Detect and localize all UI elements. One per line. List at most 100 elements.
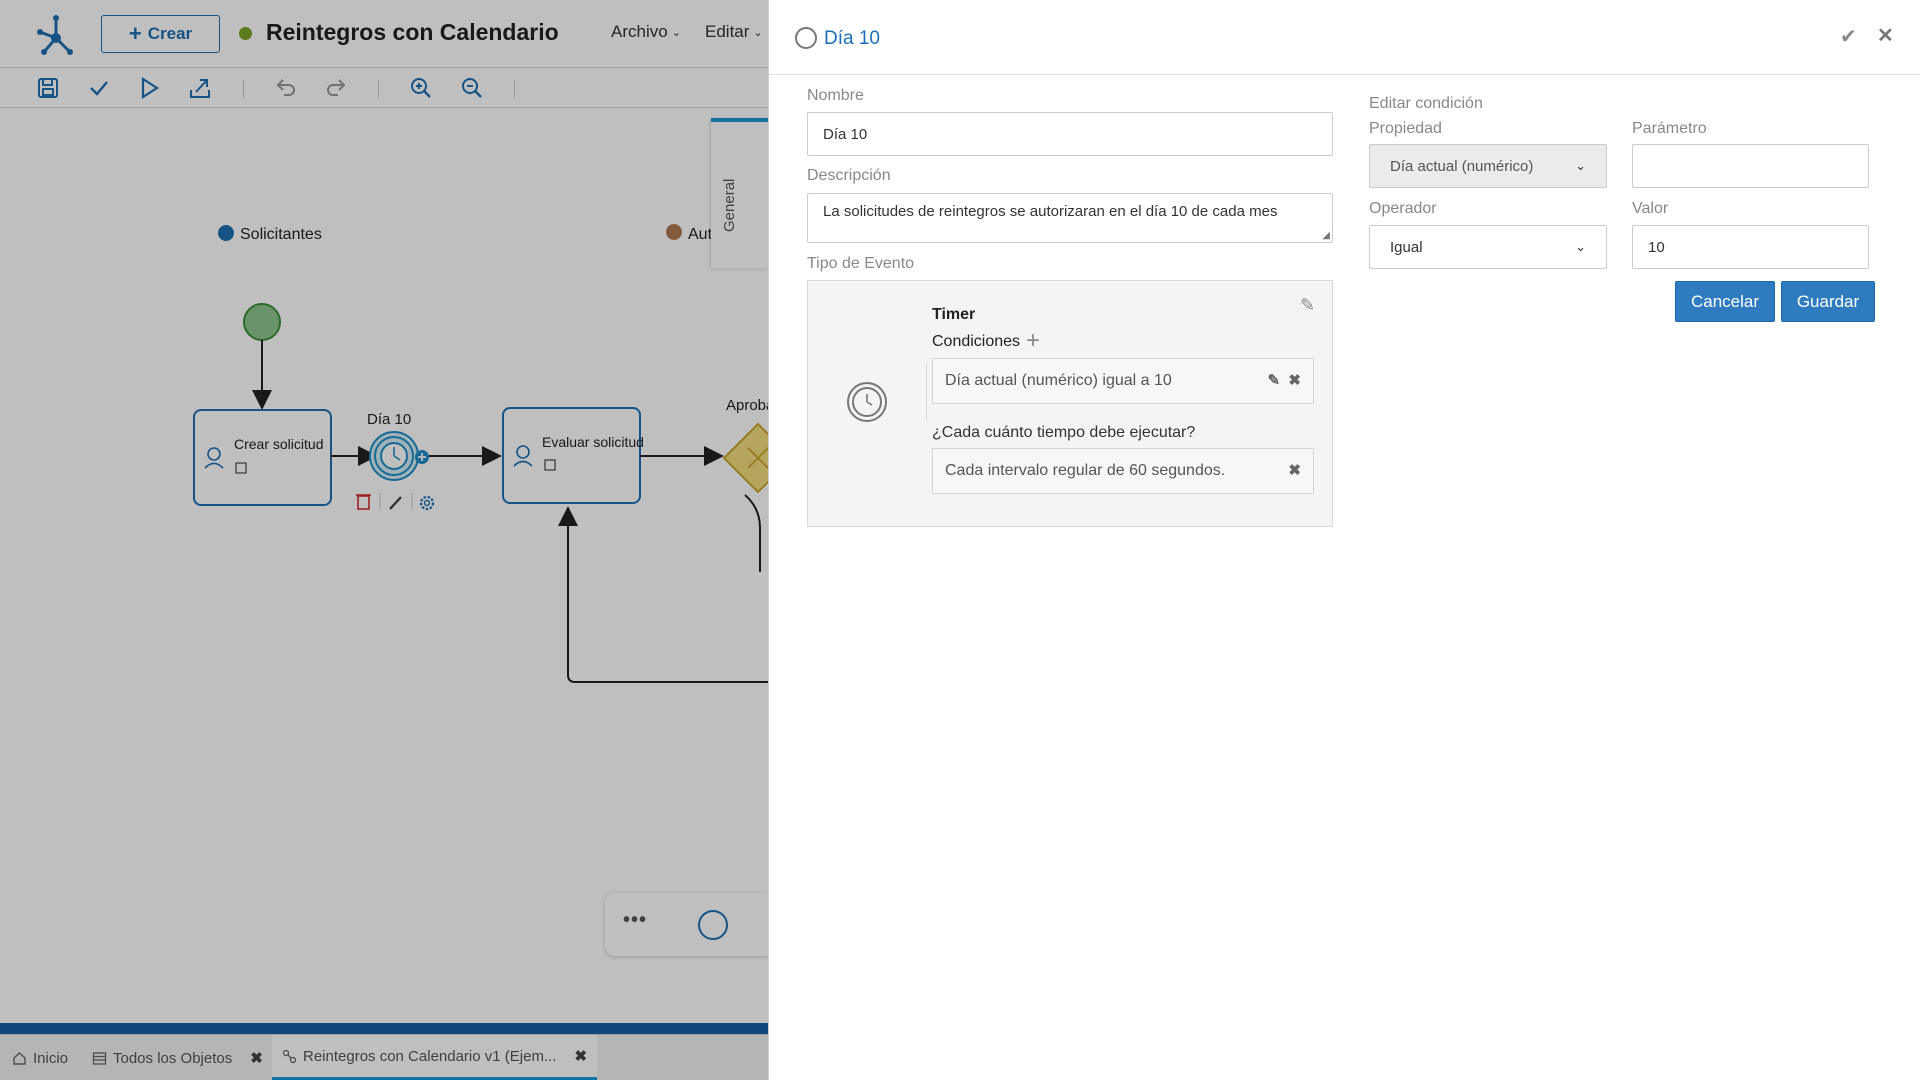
toolbar-divider: [378, 80, 379, 98]
chevron-down-icon: ⌄: [1575, 158, 1586, 173]
conditions-label: Condiciones: [932, 333, 1021, 350]
propiedad-select[interactable]: Día actual (numérico) ⌄: [1369, 144, 1607, 188]
check-icon[interactable]: [87, 76, 111, 100]
trash-icon[interactable]: [356, 494, 371, 510]
valor-label: Valor: [1632, 200, 1669, 217]
gear-icon[interactable]: [419, 495, 435, 511]
task-evaluar-label: Evaluar solicitud: [542, 434, 644, 450]
lane-autorizantes: Aut: [688, 226, 713, 243]
logo-icon[interactable]: [34, 12, 78, 56]
descripcion-value: La solicitudes de reintegros se autoriza…: [823, 203, 1278, 220]
status-indicator: [239, 27, 252, 40]
tipo-evento-label: Tipo de Evento: [807, 255, 915, 272]
menu-archivo[interactable]: Archivo ⌄: [611, 22, 681, 42]
event-type-box: Timer ✎ Condiciones + Día actual (numéri…: [807, 280, 1333, 527]
tab-todos-label: Todos los Objetos: [113, 1049, 233, 1067]
propiedad-value: Día actual (numérico): [1390, 157, 1534, 175]
propiedad-label: Propiedad: [1369, 120, 1442, 137]
edit-condition-title: Editar condición: [1369, 95, 1483, 112]
zoom-out-icon[interactable]: [460, 76, 484, 100]
operador-select[interactable]: Igual ⌄: [1369, 225, 1607, 269]
divider: [926, 363, 927, 421]
task-crear-label: Crear solicitud: [234, 436, 323, 452]
timer-icon: [847, 382, 887, 422]
bottom-accent-bar: [0, 1023, 768, 1034]
chevron-down-icon: ⌄: [753, 26, 763, 39]
panel-header: Día 10 ✔ ✕: [769, 0, 1920, 75]
undo-icon[interactable]: [274, 76, 298, 100]
start-event[interactable]: [243, 303, 281, 341]
remove-icon[interactable]: ✖: [1288, 462, 1301, 479]
tab-inicio-label: Inicio: [33, 1049, 69, 1067]
menu-archivo-label: Archivo: [611, 22, 668, 41]
pencil-icon[interactable]: ✎: [1300, 295, 1315, 316]
nombre-label: Nombre: [807, 87, 864, 104]
lane-globe-icon: [218, 225, 234, 241]
valor-field[interactable]: 10: [1632, 225, 1869, 269]
timer-event-label: Día 10: [367, 411, 411, 428]
parametro-label: Parámetro: [1632, 120, 1707, 137]
frequency-text: Cada intervalo regular de 60 segundos.: [945, 462, 1226, 479]
redo-icon[interactable]: [324, 76, 348, 100]
start-event-tool-icon[interactable]: [698, 910, 728, 940]
menu-editar[interactable]: Editar ⌄: [705, 22, 763, 42]
zoom-in-icon[interactable]: [409, 76, 433, 100]
chevron-down-icon: ⌄: [1575, 239, 1586, 254]
save-icon[interactable]: [36, 76, 60, 100]
process-title: Reintegros con Calendario: [266, 19, 559, 45]
remove-icon[interactable]: ✖: [1288, 372, 1301, 389]
condition-text: Día actual (numérico) igual a 10: [945, 372, 1172, 389]
add-element-icon[interactable]: [415, 450, 429, 464]
tab-inicio[interactable]: Inicio: [12, 1035, 68, 1080]
play-icon[interactable]: [137, 76, 161, 100]
tab-todos-los-objetos[interactable]: Todos los Objetos ✖: [92, 1035, 263, 1080]
toolbar-divider: [514, 80, 515, 98]
lane-solicitantes: Solicitantes: [240, 226, 322, 243]
sequence-flow: [744, 494, 761, 572]
create-button[interactable]: + Crear: [101, 15, 220, 53]
top-bar: + Crear Reintegros con Calendario Archiv…: [0, 0, 768, 68]
bpmn-diagram: Solicitantes Aut Crear solicitud Día 10: [193, 224, 768, 683]
panel-title: Día 10: [824, 28, 880, 49]
cancel-button[interactable]: Cancelar: [1675, 281, 1775, 322]
chevron-down-icon: ⌄: [671, 26, 681, 39]
event-type-title: Timer: [932, 306, 976, 323]
exclusive-gateway[interactable]: [722, 422, 768, 494]
descripcion-label: Descripción: [807, 167, 891, 184]
process-modeler: + Crear Reintegros con Calendario Archiv…: [0, 0, 768, 1080]
export-icon[interactable]: [188, 76, 212, 100]
close-tab-icon[interactable]: ✖: [250, 1049, 263, 1067]
bottom-tabs: Inicio Todos los Objetos ✖ Reintegros co…: [0, 1034, 768, 1080]
diagram-mini-toolbar: •••: [605, 893, 768, 956]
operador-label: Operador: [1369, 200, 1437, 217]
task-evaluar-solicitud[interactable]: [502, 407, 641, 504]
tab-reintegros-label: Reintegros con Calendario v1 (Ejem...: [303, 1047, 557, 1065]
table-icon: [92, 1051, 107, 1065]
more-icon[interactable]: •••: [623, 909, 647, 932]
toolbar-divider: [243, 80, 244, 98]
tab-reintegros[interactable]: Reintegros con Calendario v1 (Ejem... ✖: [272, 1035, 598, 1080]
confirm-icon[interactable]: ✔: [1840, 24, 1857, 49]
close-tab-icon[interactable]: ✖: [574, 1047, 587, 1065]
close-icon[interactable]: ✕: [1877, 23, 1894, 48]
add-condition-icon[interactable]: +: [1026, 327, 1040, 355]
pencil-icon[interactable]: [389, 496, 402, 510]
save-button[interactable]: Guardar: [1781, 281, 1875, 322]
nombre-value: Día 10: [823, 125, 868, 143]
condition-item[interactable]: Día actual (numérico) igual a 10 ✎ ✖: [932, 358, 1314, 404]
editor-toolbar: [0, 68, 768, 108]
valor-value: 10: [1648, 238, 1665, 256]
nombre-field[interactable]: Día 10: [807, 112, 1333, 156]
tab-general-label: General: [721, 178, 738, 232]
task-crear-solicitud[interactable]: [193, 409, 332, 506]
diagram-canvas[interactable]: Solicitantes Aut Crear solicitud Día 10: [0, 108, 768, 1023]
frequency-item[interactable]: Cada intervalo regular de 60 segundos. ✖: [932, 448, 1314, 494]
parametro-field[interactable]: [1632, 144, 1869, 188]
resize-handle-icon[interactable]: ◢: [1322, 230, 1330, 241]
timer-event[interactable]: [369, 431, 419, 481]
pencil-icon[interactable]: ✎: [1268, 372, 1281, 389]
menu-editar-label: Editar: [705, 22, 750, 41]
tab-general[interactable]: General: [711, 118, 768, 268]
home-icon: [13, 1051, 26, 1065]
descripcion-field[interactable]: La solicitudes de reintegros se autoriza…: [807, 193, 1333, 243]
